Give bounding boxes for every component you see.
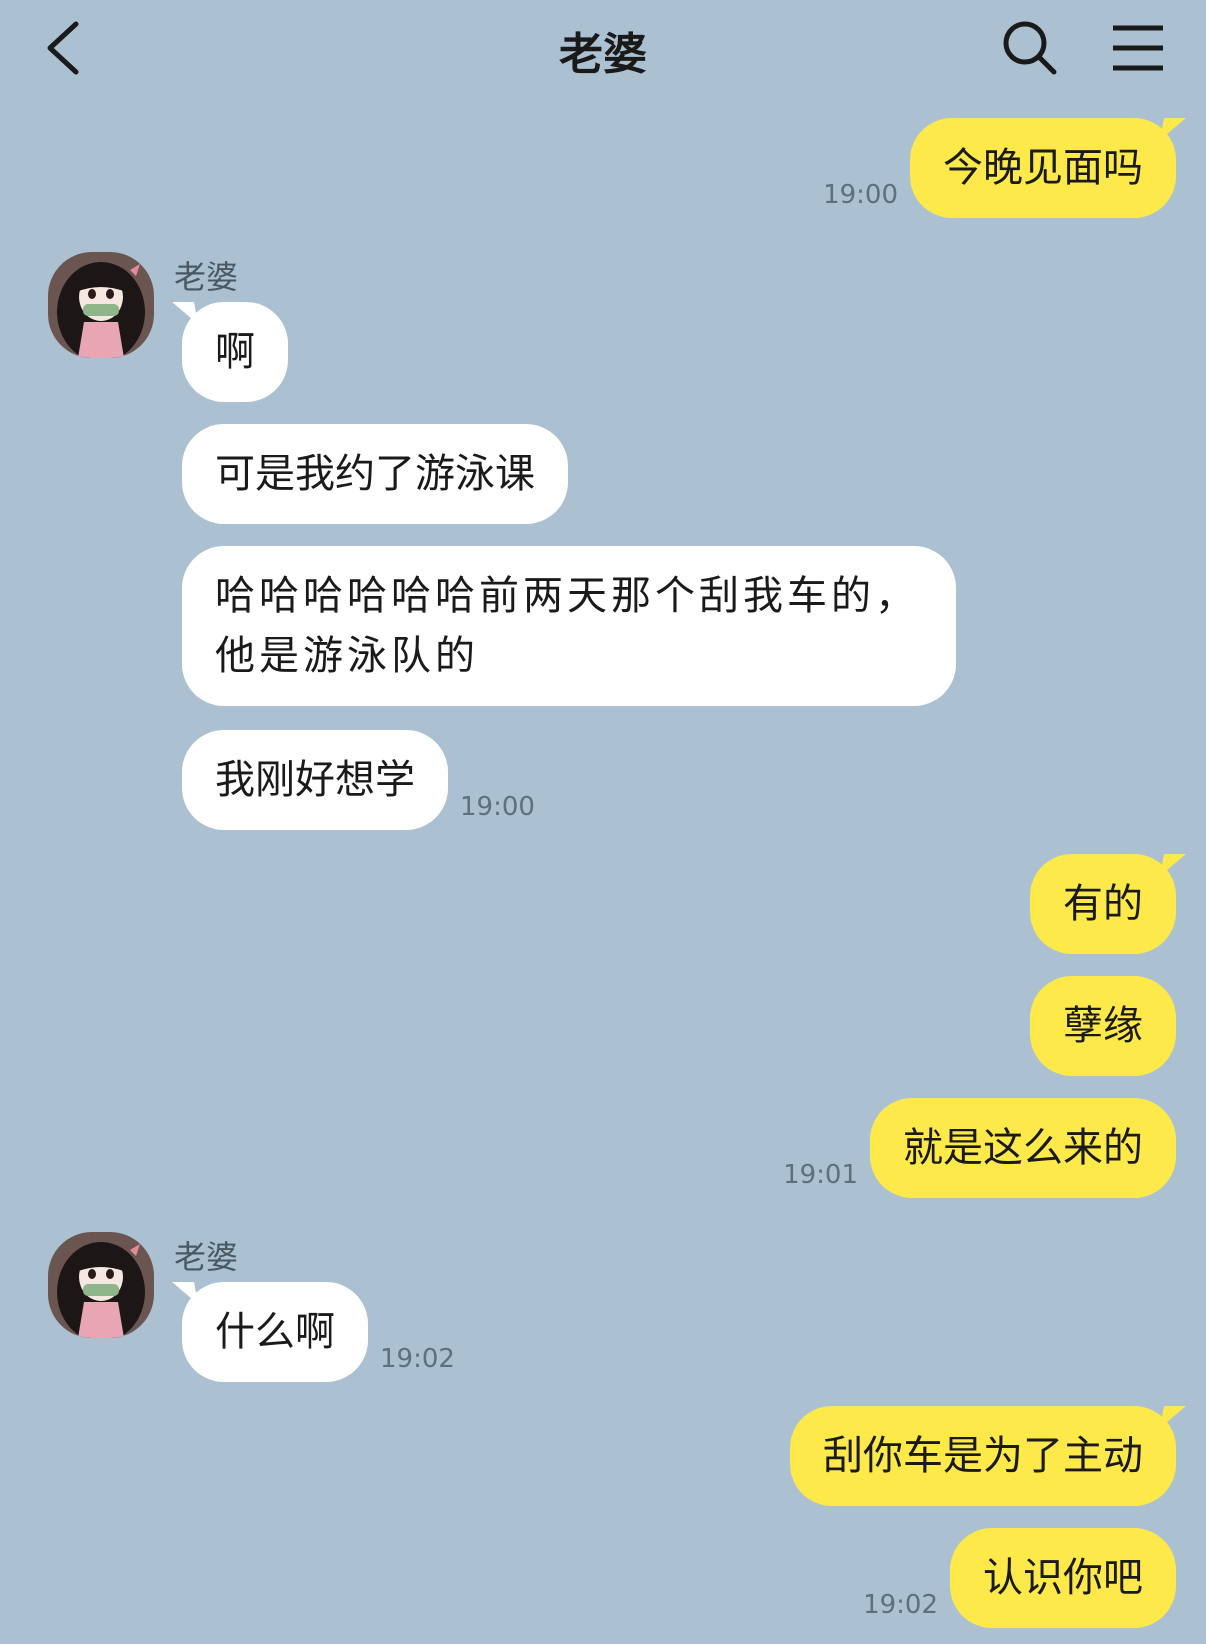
message-timestamp: 19:02 bbox=[863, 1590, 938, 1620]
received-message-bubble[interactable]: 可是我约了游泳课 bbox=[182, 424, 568, 524]
sent-message-bubble[interactable]: 今晚见面吗 bbox=[910, 118, 1176, 218]
anime-girl-avatar-icon bbox=[48, 252, 154, 358]
message-row-received: 哈哈哈哈哈哈前两天那个刮我车的，他是游泳队的 bbox=[182, 546, 956, 706]
message-timestamp: 19:00 bbox=[823, 180, 898, 210]
sent-message-bubble[interactable]: 孽缘 bbox=[1030, 976, 1176, 1076]
message-row-sent: 19:00 今晚见面吗 bbox=[811, 118, 1176, 218]
received-message-bubble[interactable]: 我刚好想学 bbox=[182, 730, 448, 830]
received-message-bubble[interactable]: 什么啊 bbox=[182, 1282, 368, 1382]
message-row-received: 我刚好想学 19:00 bbox=[182, 730, 547, 830]
message-row-received: 什么啊 19:02 bbox=[182, 1282, 467, 1382]
sent-message-bubble[interactable]: 有的 bbox=[1030, 854, 1176, 954]
received-message-bubble[interactable]: 啊 bbox=[182, 302, 288, 402]
message-row-received: 啊 bbox=[182, 302, 288, 402]
message-row-received: 可是我约了游泳课 bbox=[182, 424, 568, 524]
menu-button[interactable] bbox=[1108, 20, 1168, 76]
chat-header: 老婆 bbox=[0, 0, 1206, 100]
search-icon bbox=[1003, 21, 1057, 75]
received-message-bubble[interactable]: 哈哈哈哈哈哈前两天那个刮我车的，他是游泳队的 bbox=[182, 546, 956, 706]
message-timestamp: 19:02 bbox=[380, 1344, 455, 1374]
search-button[interactable] bbox=[1000, 18, 1060, 78]
sender-name: 老婆 bbox=[174, 1238, 239, 1276]
message-timestamp: 19:01 bbox=[783, 1160, 858, 1190]
sent-message-bubble[interactable]: 就是这么来的 bbox=[870, 1098, 1176, 1198]
message-row-sent: 有的 bbox=[1030, 854, 1176, 954]
contact-avatar[interactable] bbox=[48, 1232, 154, 1338]
message-row-sent: 19:01 就是这么来的 bbox=[771, 1098, 1176, 1198]
hamburger-menu-icon bbox=[1113, 25, 1163, 71]
sender-name: 老婆 bbox=[174, 258, 239, 296]
message-row-sent: 孽缘 bbox=[1030, 976, 1176, 1076]
message-row-sent: 刮你车是为了主动 bbox=[790, 1406, 1176, 1506]
message-timestamp: 19:00 bbox=[460, 792, 535, 822]
contact-avatar[interactable] bbox=[48, 252, 154, 358]
anime-girl-avatar-icon bbox=[48, 1232, 154, 1338]
message-row-sent: 19:02 认识你吧 bbox=[851, 1528, 1176, 1628]
sent-message-bubble[interactable]: 刮你车是为了主动 bbox=[790, 1406, 1176, 1506]
sent-message-bubble[interactable]: 认识你吧 bbox=[950, 1528, 1176, 1628]
